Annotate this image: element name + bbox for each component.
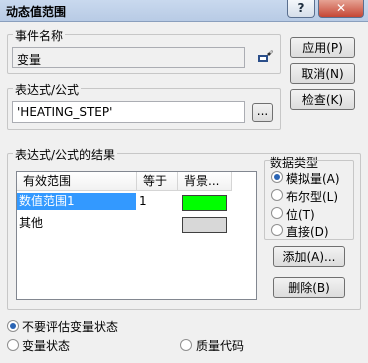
- data-type-bit-label: 位(T): [286, 208, 315, 222]
- event-name-legend: 事件名称: [13, 27, 66, 44]
- results-list[interactable]: 有效范围 等于 背景... 数值范围1 1 其他: [16, 171, 257, 300]
- data-type-analog-radio[interactable]: [271, 171, 283, 183]
- dynamic-value-range-dialog: 动态值范围 ? ✕ 事件名称 变量 表达式/公式 'HEATING_STEP' …: [0, 0, 368, 363]
- data-type-analog-label: 模拟量(A): [286, 172, 340, 186]
- expression-input[interactable]: 'HEATING_STEP': [12, 101, 245, 123]
- quality-code-radio[interactable]: [180, 339, 192, 351]
- quality-code-label: 质量代码: [196, 339, 245, 353]
- variable-status-label: 变量状态: [22, 339, 71, 353]
- table-row-equals[interactable]: 1: [139, 193, 147, 210]
- window-title: 动态值范围: [6, 5, 67, 19]
- no-evaluate-status-radio[interactable]: [7, 320, 19, 332]
- background-color-swatch[interactable]: [182, 217, 227, 233]
- expression-legend: 表达式/公式: [13, 81, 82, 98]
- select-variable-icon[interactable]: [257, 49, 275, 65]
- variable-status-radio[interactable]: [7, 339, 19, 351]
- browse-expression-button[interactable]: ...: [252, 103, 273, 122]
- data-type-bool-label: 布尔型(L): [286, 190, 339, 204]
- title-bar[interactable]: 动态值范围 ? ✕: [0, 0, 368, 22]
- column-header-range[interactable]: 有效范围: [17, 172, 137, 191]
- column-header-equals[interactable]: 等于: [137, 172, 178, 191]
- table-row-range[interactable]: 其他: [19, 215, 43, 232]
- add-button[interactable]: 添加(A)...: [273, 246, 345, 267]
- column-header-background[interactable]: 背景...: [178, 172, 232, 191]
- close-button[interactable]: ✕: [318, 0, 364, 18]
- table-row-range[interactable]: 数值范围1: [17, 193, 136, 210]
- results-legend: 表达式/公式的结果: [13, 146, 118, 163]
- data-type-bit-radio[interactable]: [271, 207, 283, 219]
- check-button[interactable]: 检查(K): [290, 89, 355, 110]
- data-type-direct-radio[interactable]: [271, 224, 283, 236]
- data-type-bool-radio[interactable]: [271, 189, 283, 201]
- help-button[interactable]: ?: [287, 0, 315, 18]
- cancel-button[interactable]: 取消(N): [290, 63, 355, 84]
- background-color-swatch[interactable]: [182, 195, 227, 211]
- no-evaluate-status-label: 不要评估变量状态: [22, 320, 119, 334]
- data-type-direct-label: 直接(D): [286, 225, 329, 239]
- event-name-field[interactable]: 变量: [12, 47, 245, 68]
- delete-button[interactable]: 删除(B): [273, 277, 345, 298]
- apply-button[interactable]: 应用(P): [290, 37, 355, 58]
